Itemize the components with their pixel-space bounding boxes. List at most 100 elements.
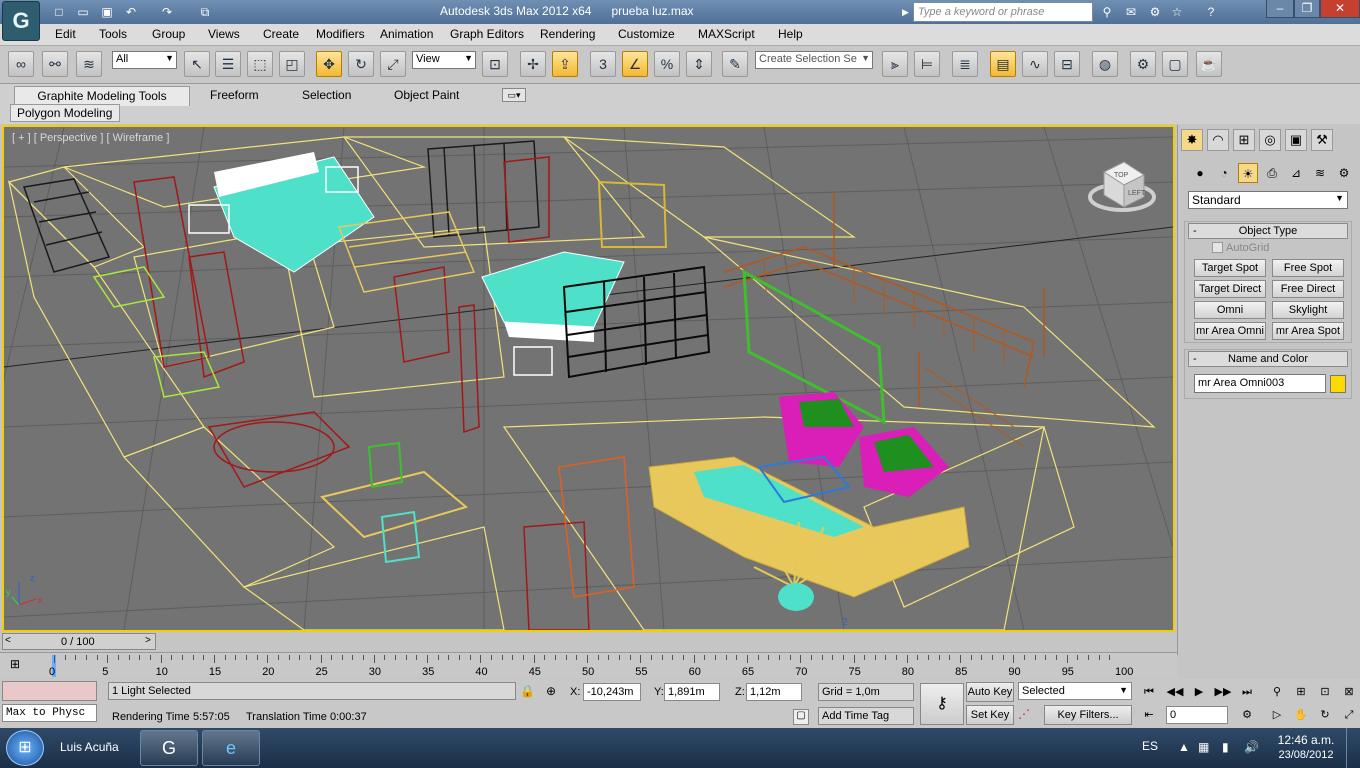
- zoom-all-icon[interactable]: ⊞: [1292, 683, 1310, 701]
- open-file-icon[interactable]: ▭: [74, 3, 92, 21]
- layer-manager-icon[interactable]: ≣: [952, 51, 978, 77]
- omni-button[interactable]: Omni: [1194, 301, 1266, 319]
- menu-edit[interactable]: Edit: [55, 27, 76, 41]
- selection-filter-dropdown[interactable]: All ▼: [112, 51, 177, 69]
- systems-icon[interactable]: ⚙: [1334, 163, 1354, 183]
- time-slider[interactable]: < 0 / 100 >: [2, 633, 156, 650]
- undo-icon[interactable]: ↶: [122, 3, 140, 21]
- create-tab-icon[interactable]: ✸: [1181, 129, 1203, 151]
- percent-snap-icon[interactable]: %: [654, 51, 680, 77]
- save-icon[interactable]: ▣: [98, 3, 116, 21]
- redo-icon[interactable]: ↷: [158, 3, 176, 21]
- zoom-extents-icon[interactable]: ⊡: [1316, 683, 1334, 701]
- taskbar-3dsmax-icon[interactable]: G: [140, 730, 198, 766]
- keyboard-shortcut-override-icon[interactable]: ⇪: [552, 51, 578, 77]
- select-by-name-icon[interactable]: ☰: [215, 51, 241, 77]
- ribbon-panel-polygon-modeling[interactable]: Polygon Modeling: [10, 104, 120, 122]
- key-mode-toggle-icon[interactable]: ⇤: [1140, 706, 1158, 724]
- search-input[interactable]: Type a keyword or phrase: [913, 2, 1093, 22]
- reference-coordinate-dropdown[interactable]: View ▼: [412, 51, 476, 69]
- rectangular-selection-icon[interactable]: ⬚: [247, 51, 273, 77]
- menu-animation[interactable]: Animation: [380, 27, 433, 41]
- angle-snap-icon[interactable]: ∠: [622, 51, 648, 77]
- free-spot-button[interactable]: Free Spot: [1272, 259, 1344, 277]
- geometry-icon[interactable]: ●: [1190, 163, 1210, 183]
- auto-key-button[interactable]: Auto Key: [966, 682, 1014, 702]
- z-coord-field[interactable]: 1,12m: [746, 683, 802, 701]
- snaps-toggle-icon[interactable]: 3: [590, 51, 616, 77]
- unlink-icon[interactable]: ⚯: [42, 51, 68, 77]
- language-indicator[interactable]: ES: [1142, 739, 1158, 753]
- key-mode-dropdown[interactable]: Selected ▼: [1018, 682, 1132, 700]
- target-direct-button[interactable]: Target Direct: [1194, 280, 1266, 298]
- search-expand-icon[interactable]: ▶: [902, 3, 912, 21]
- taskbar-internet-explorer-icon[interactable]: e: [202, 730, 260, 766]
- x-coord-field[interactable]: -10,243m: [583, 683, 641, 701]
- time-configuration-icon[interactable]: ⚙: [1238, 706, 1256, 724]
- maximize-viewport-icon[interactable]: ⤢: [1340, 706, 1358, 724]
- perspective-viewport[interactable]: 2 z x y TOP LEFT [ + ] [ Perspective ] […: [2, 125, 1175, 632]
- pan-view-icon[interactable]: ✋: [1292, 706, 1310, 724]
- previous-frame-icon[interactable]: ◀◀: [1166, 683, 1184, 701]
- light-category-dropdown[interactable]: Standard ▼: [1188, 191, 1348, 209]
- default-in-out-tangents-key-icon[interactable]: ⚷: [920, 683, 964, 725]
- network-icon[interactable]: ▦: [1198, 740, 1209, 754]
- new-file-icon[interactable]: □: [50, 3, 68, 21]
- pivot-center-icon[interactable]: ⊡: [482, 51, 508, 77]
- autogrid-checkbox[interactable]: [1212, 242, 1223, 253]
- time-slider-next-icon[interactable]: >: [145, 635, 151, 646]
- spinner-snap-icon[interactable]: ⇕: [686, 51, 712, 77]
- object-name-field[interactable]: mr Area Omni003: [1194, 374, 1326, 393]
- bind-space-warp-icon[interactable]: ≋: [76, 51, 102, 77]
- menu-maxscript[interactable]: MAXScript: [698, 27, 755, 41]
- go-to-end-icon[interactable]: ⏭: [1238, 683, 1256, 701]
- minimize-button[interactable]: –: [1266, 0, 1294, 18]
- show-desktop-button[interactable]: [1346, 728, 1360, 768]
- menu-help[interactable]: Help: [778, 27, 803, 41]
- rendered-frame-window-icon[interactable]: ▢: [1162, 51, 1188, 77]
- target-spot-button[interactable]: Target Spot: [1194, 259, 1266, 277]
- clock-time[interactable]: 12:46 a.m.: [1276, 733, 1336, 747]
- tab-graphite-modeling-tools[interactable]: Graphite Modeling Tools: [14, 86, 190, 106]
- render-production-icon[interactable]: ☕: [1196, 51, 1222, 77]
- orbit-icon[interactable]: ↻: [1316, 706, 1334, 724]
- favorites-star-icon[interactable]: ☆: [1168, 3, 1186, 21]
- mr-area-omni-button[interactable]: mr Area Omni: [1194, 322, 1266, 340]
- tab-freeform[interactable]: Freeform: [204, 86, 265, 106]
- tangent-type-icon[interactable]: ⋰: [1018, 707, 1040, 725]
- set-key-button[interactable]: Set Key: [966, 705, 1014, 725]
- edit-named-selection-icon[interactable]: ✎: [722, 51, 748, 77]
- material-editor-icon[interactable]: ◍: [1092, 51, 1118, 77]
- select-and-rotate-icon[interactable]: ↻: [348, 51, 374, 77]
- menu-tools[interactable]: Tools: [99, 27, 127, 41]
- schematic-view-icon[interactable]: ⊟: [1054, 51, 1080, 77]
- shapes-icon[interactable]: ◔: [1214, 163, 1234, 183]
- field-of-view-icon[interactable]: ▷: [1268, 706, 1286, 724]
- menu-graph-editors[interactable]: Graph Editors: [450, 27, 524, 41]
- space-warps-icon[interactable]: ≋: [1310, 163, 1330, 183]
- ribbon-options-icon[interactable]: ▭▾: [502, 88, 526, 102]
- mirror-icon[interactable]: ⫸: [882, 51, 908, 77]
- help-icon[interactable]: ?: [1202, 3, 1220, 21]
- go-to-start-icon[interactable]: ⏮: [1140, 683, 1158, 701]
- hierarchy-tab-icon[interactable]: ⊞: [1233, 129, 1255, 151]
- maxscript-mini-listener[interactable]: Max to Physc: [2, 704, 97, 722]
- modify-tab-icon[interactable]: ◠: [1207, 129, 1229, 151]
- maxscript-listener-pink[interactable]: [2, 681, 97, 701]
- next-frame-icon[interactable]: ▶▶: [1214, 683, 1232, 701]
- add-time-tag[interactable]: Add Time Tag: [818, 707, 914, 725]
- free-direct-button[interactable]: Free Direct: [1272, 280, 1344, 298]
- mr-area-spot-button[interactable]: mr Area Spot: [1272, 322, 1344, 340]
- maximize-button[interactable]: ❐: [1294, 0, 1320, 18]
- motion-tab-icon[interactable]: ◎: [1259, 129, 1281, 151]
- absolute-mode-icon[interactable]: ⊕: [546, 684, 562, 700]
- tray-expand-icon[interactable]: ▲: [1178, 740, 1190, 754]
- start-button-icon[interactable]: ⊞: [6, 730, 44, 766]
- lights-icon[interactable]: ☀: [1238, 163, 1258, 183]
- named-selection-sets-dropdown[interactable]: Create Selection Se ▼: [755, 51, 873, 69]
- volume-icon[interactable]: 🔊: [1244, 740, 1259, 754]
- viewport-label-menu[interactable]: [ + ] [ Perspective ] [ Wireframe ]: [12, 132, 169, 144]
- subscription-icon[interactable]: ⚙: [1146, 3, 1164, 21]
- menu-rendering[interactable]: Rendering: [540, 27, 595, 41]
- communication-center-icon[interactable]: ✉: [1122, 3, 1140, 21]
